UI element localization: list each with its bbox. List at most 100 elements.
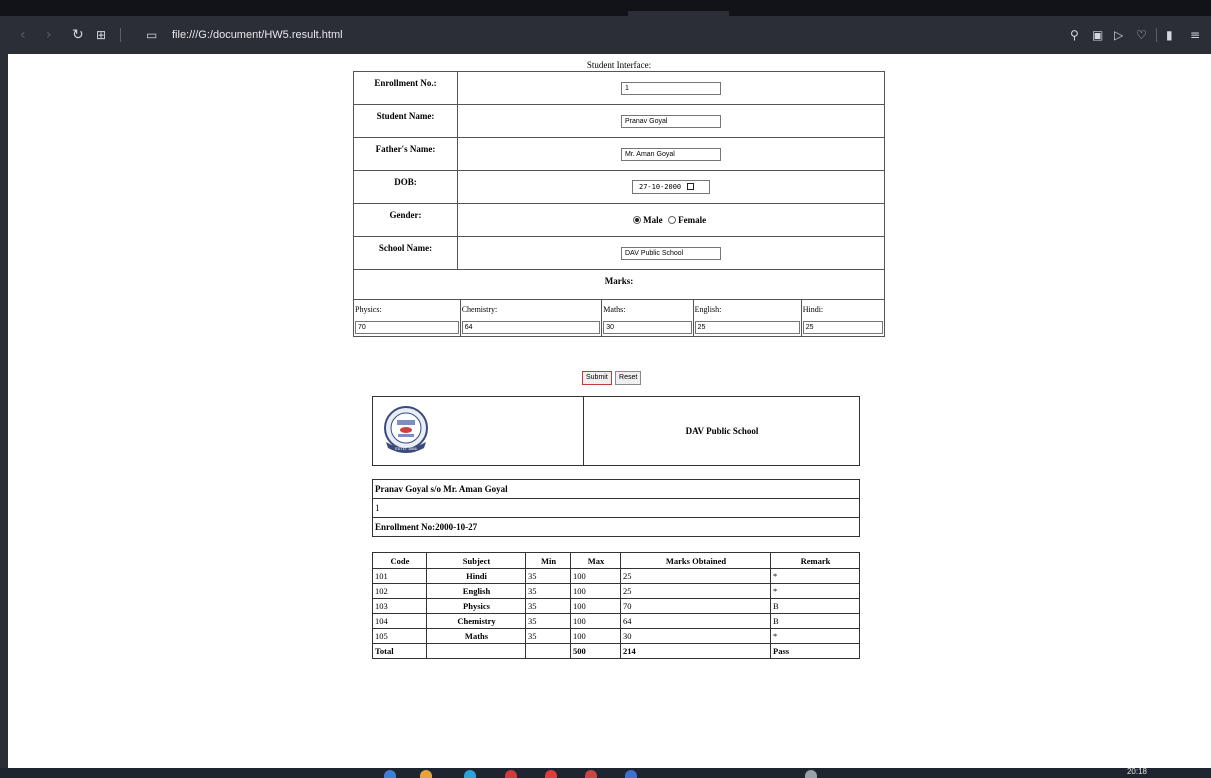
form-row-enrollment: Enrollment No.: 1 <box>353 71 885 105</box>
row-subject: Chemistry <box>426 613 526 629</box>
play-icon[interactable]: ▷ <box>1114 26 1123 44</box>
dob-input[interactable]: 27-10-2000 <box>632 180 710 194</box>
result-header: ESTD. 1886 DAV Public School <box>372 396 860 466</box>
forward-icon[interactable]: › <box>46 26 52 44</box>
row-subject: English <box>426 583 526 599</box>
browser-toolbar: ‹ › ↻ ⊞ ▭ file:///G:/document/HW5.result… <box>0 16 1211 54</box>
maths-input[interactable]: 30 <box>603 320 692 334</box>
row-min: 35 <box>525 568 571 584</box>
reset-button[interactable]: Reset <box>615 371 642 385</box>
row-subject: Physics <box>426 598 526 614</box>
reload-icon[interactable]: ↻ <box>72 26 84 44</box>
row-max: 100 <box>570 613 621 629</box>
maths-label: Maths: <box>601 300 694 318</box>
row-min: 35 <box>525 628 571 644</box>
dob-value: 27-10-2000 <box>639 183 682 191</box>
school-label: School Name: <box>353 236 458 270</box>
taskbar-clock[interactable]: 20:18 <box>1127 768 1147 776</box>
row-subject: Maths <box>426 628 526 644</box>
address-bar[interactable]: file:///G:/document/HW5.result.html <box>172 28 343 42</box>
heart-icon[interactable]: ♡ <box>1136 26 1147 44</box>
student-info-row: 1 <box>372 498 860 518</box>
school-logo: ESTD. 1886 <box>384 406 428 453</box>
col-min: Min <box>525 552 571 569</box>
row-code: 102 <box>372 583 427 599</box>
row-code: 105 <box>372 628 427 644</box>
col-code: Code <box>372 552 427 569</box>
calendar-icon[interactable] <box>687 183 695 190</box>
row-code: 101 <box>372 568 427 584</box>
row-max: 100 <box>570 568 621 584</box>
row-code: 103 <box>372 598 427 614</box>
title-strip <box>0 0 1211 16</box>
chemistry-input[interactable]: 64 <box>461 320 600 334</box>
taskbar-app-icon[interactable] <box>505 770 517 778</box>
menu-icon[interactable]: ≡ <box>1190 26 1200 44</box>
total-max: 500 <box>570 643 621 659</box>
student-form: Enrollment No.: 1 Student Name: Pranav G… <box>353 71 885 337</box>
sidebar-icon[interactable]: ▮ <box>1166 26 1173 44</box>
father-name-input[interactable]: Mr. Aman Goyal <box>621 147 721 161</box>
taskbar-app-icon[interactable] <box>805 770 817 778</box>
taskbar: 20:18 <box>0 768 1211 778</box>
student-name-label: Student Name: <box>353 104 458 138</box>
col-marks-obtained: Marks Obtained <box>620 552 771 569</box>
physics-label: Physics: <box>355 304 382 314</box>
enroll-line: Enrollment No:2000-10-27 <box>372 517 860 537</box>
taskbar-app-icon[interactable] <box>585 770 597 778</box>
gender-label: Gender: <box>353 203 458 237</box>
form-row-school: School Name: DAV Public School <box>353 236 885 270</box>
taskbar-app-icon[interactable] <box>420 770 432 778</box>
student-name-input[interactable]: Pranav Goyal <box>621 114 721 128</box>
submit-button[interactable]: Submit <box>582 371 612 385</box>
row-code: 104 <box>372 613 427 629</box>
total-remark: Pass <box>770 643 860 659</box>
row-max: 100 <box>570 598 621 614</box>
english-input[interactable]: 25 <box>694 320 800 334</box>
row-max: 100 <box>570 583 621 599</box>
back-icon[interactable]: ‹ <box>20 26 26 44</box>
row-obtained: 30 <box>620 628 771 644</box>
hindi-input[interactable]: 25 <box>802 320 884 334</box>
table-row: 103 Physics 35 100 70 B <box>372 598 860 614</box>
sidebar-edge <box>0 54 8 768</box>
row-remark: * <box>770 583 860 599</box>
marks-table: Physics: Chemistry: Maths: English: Hind… <box>354 300 884 336</box>
form-row-student-name: Student Name: Pranav Goyal <box>353 104 885 138</box>
gender-male-label: Male <box>643 215 663 225</box>
taskbar-app-icon[interactable] <box>545 770 557 778</box>
form-buttons: Submit Reset <box>582 371 642 385</box>
camera-icon[interactable]: ▣ <box>1092 26 1103 44</box>
table-row: 102 English 35 100 25 * <box>372 583 860 599</box>
col-remark: Remark <box>770 552 860 569</box>
form-row-dob: DOB: 27-10-2000 <box>353 170 885 204</box>
row-obtained: 64 <box>620 613 771 629</box>
grid-icon[interactable]: ⊞ <box>96 26 106 44</box>
search-icon[interactable]: ⚲ <box>1070 26 1079 44</box>
row-remark: * <box>770 568 860 584</box>
hindi-label: Hindi: <box>800 300 884 318</box>
taskbar-app-icon[interactable] <box>464 770 476 778</box>
taskbar-app-icon[interactable] <box>384 770 396 778</box>
english-label: English: <box>692 300 802 318</box>
chemistry-label: Chemistry: <box>459 300 602 318</box>
row-max: 100 <box>570 628 621 644</box>
gender-male-radio[interactable] <box>632 216 641 224</box>
marks-label: Marks: <box>353 269 885 300</box>
student-info-table: Pranav Goyal s/o Mr. Aman Goyal 1 Enroll… <box>372 479 860 537</box>
total-row: Total 500 214 Pass <box>372 643 860 659</box>
logo-text: ESTD. 1886 <box>395 446 418 451</box>
physics-input[interactable]: 70 <box>355 320 459 334</box>
result-school-name: DAV Public School <box>685 426 759 436</box>
result-header-row: Code Subject Min Max Marks Obtained Rema… <box>372 552 860 569</box>
taskbar-app-icon[interactable] <box>625 770 637 778</box>
marks-label-row: Physics: Chemistry: Maths: English: Hind… <box>354 300 884 318</box>
father-name-label: Father's Name: <box>353 137 458 171</box>
page-viewport: Student Interface: Enrollment No.: 1 Stu… <box>8 54 1211 768</box>
gender-female-radio[interactable] <box>667 216 676 224</box>
row-remark: B <box>770 613 860 629</box>
row-remark: * <box>770 628 860 644</box>
school-input[interactable]: DAV Public School <box>621 246 721 260</box>
row-obtained: 25 <box>620 568 771 584</box>
enrollment-input[interactable]: 1 <box>621 81 721 95</box>
